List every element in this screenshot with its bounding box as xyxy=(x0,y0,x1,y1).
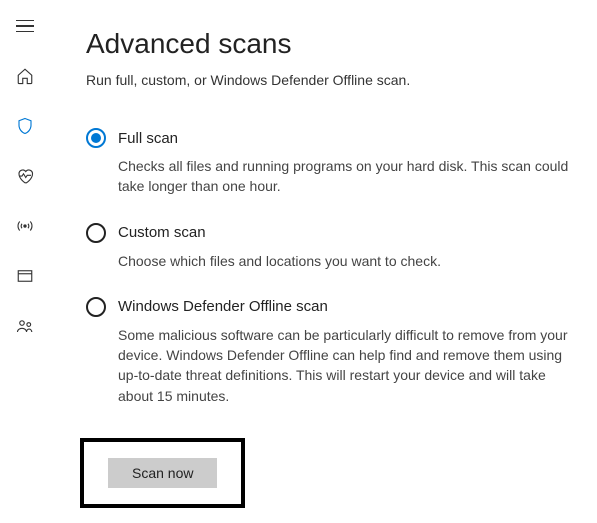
radio-icon xyxy=(86,128,106,148)
nav-security[interactable] xyxy=(15,116,35,136)
nav-family[interactable] xyxy=(15,316,35,336)
sidebar xyxy=(0,0,50,523)
option-description: Choose which files and locations you wan… xyxy=(118,251,577,271)
option-description: Some malicious software can be particula… xyxy=(118,325,577,406)
nav-app-browser[interactable] xyxy=(15,266,35,286)
option-custom-scan: Custom scan Choose which files and locat… xyxy=(86,223,577,271)
hamburger-icon xyxy=(16,20,34,33)
option-offline-scan: Windows Defender Offline scan Some malic… xyxy=(86,297,577,406)
nav-network[interactable] xyxy=(15,216,35,236)
radio-custom-scan[interactable]: Custom scan xyxy=(86,223,577,243)
scan-now-button[interactable]: Scan now xyxy=(108,458,217,488)
option-label: Custom scan xyxy=(118,224,206,241)
option-label: Full scan xyxy=(118,130,178,147)
heart-icon xyxy=(16,167,34,185)
option-full-scan: Full scan Checks all files and running p… xyxy=(86,128,577,197)
home-icon xyxy=(16,67,34,85)
page-subtitle: Run full, custom, or Windows Defender Of… xyxy=(86,72,577,88)
radio-icon xyxy=(86,223,106,243)
antenna-icon xyxy=(16,217,34,235)
option-label: Windows Defender Offline scan xyxy=(118,298,328,315)
radio-offline-scan[interactable]: Windows Defender Offline scan xyxy=(86,297,577,317)
highlight-frame: Scan now xyxy=(80,438,245,508)
option-description: Checks all files and running programs on… xyxy=(118,156,577,197)
main-content: Advanced scans Run full, custom, or Wind… xyxy=(50,0,597,523)
radio-icon xyxy=(86,297,106,317)
radio-full-scan[interactable]: Full scan xyxy=(86,128,577,148)
nav-home[interactable] xyxy=(15,66,35,86)
window-icon xyxy=(16,267,34,285)
page-title: Advanced scans xyxy=(86,28,577,60)
shield-icon xyxy=(16,117,34,135)
nav-health[interactable] xyxy=(15,166,35,186)
nav-menu[interactable] xyxy=(15,16,35,36)
people-icon xyxy=(16,317,34,335)
